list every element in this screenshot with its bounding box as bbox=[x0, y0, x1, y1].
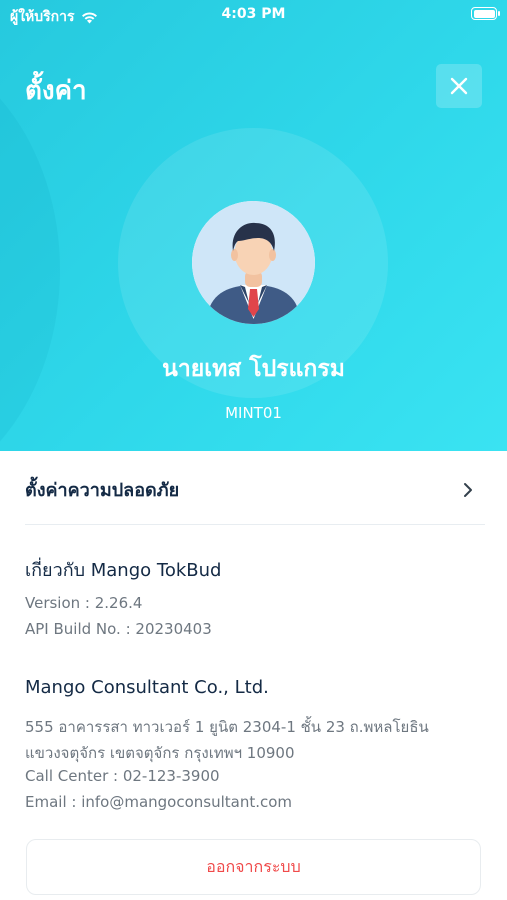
company-address-line-1: 555 อาคารรสา ทาวเวอร์ 1 ยูนิต 2304-1 ชั้… bbox=[25, 718, 429, 736]
user-code: MINT01 bbox=[225, 404, 282, 422]
company-email: Email : info@mangoconsultant.com bbox=[25, 793, 293, 811]
app-version: Version : 2.26.4 bbox=[25, 594, 143, 612]
close-icon bbox=[450, 77, 468, 95]
avatar bbox=[192, 201, 315, 324]
status-time: 4:03 PM bbox=[221, 6, 286, 22]
security-settings-item[interactable]: ตั้งค่าความปลอดภัย bbox=[25, 455, 485, 525]
company-address-line-2: แขวงจตุจักร เขตจตุจักร กรุงเทพฯ 10900 bbox=[25, 744, 295, 762]
user-avatar-icon bbox=[192, 201, 315, 324]
user-name: นายเทส โปรแกรม bbox=[162, 356, 345, 382]
logout-button[interactable]: ออกจากระบบ bbox=[26, 839, 481, 895]
call-center: Call Center : 02-123-3900 bbox=[25, 767, 220, 785]
logout-label: ออกจากระบบ bbox=[206, 856, 301, 876]
about-title: เกี่ยวกับ Mango TokBud bbox=[25, 560, 222, 581]
security-settings-label: ตั้งค่าความปลอดภัย bbox=[25, 480, 180, 501]
profile-header: ผู้ให้บริการ 4:03 PM ตั้งค่า นายเทส โปรแ… bbox=[0, 0, 507, 451]
close-button[interactable] bbox=[436, 64, 482, 108]
page-title: ตั้งค่า bbox=[25, 76, 87, 106]
battery-icon bbox=[471, 7, 500, 20]
api-build-number: API Build No. : 20230403 bbox=[25, 620, 212, 638]
status-bar: ผู้ให้บริการ 4:03 PM bbox=[0, 0, 507, 30]
chevron-right-icon bbox=[464, 482, 472, 497]
company-name: Mango Consultant Co., Ltd. bbox=[25, 677, 269, 698]
